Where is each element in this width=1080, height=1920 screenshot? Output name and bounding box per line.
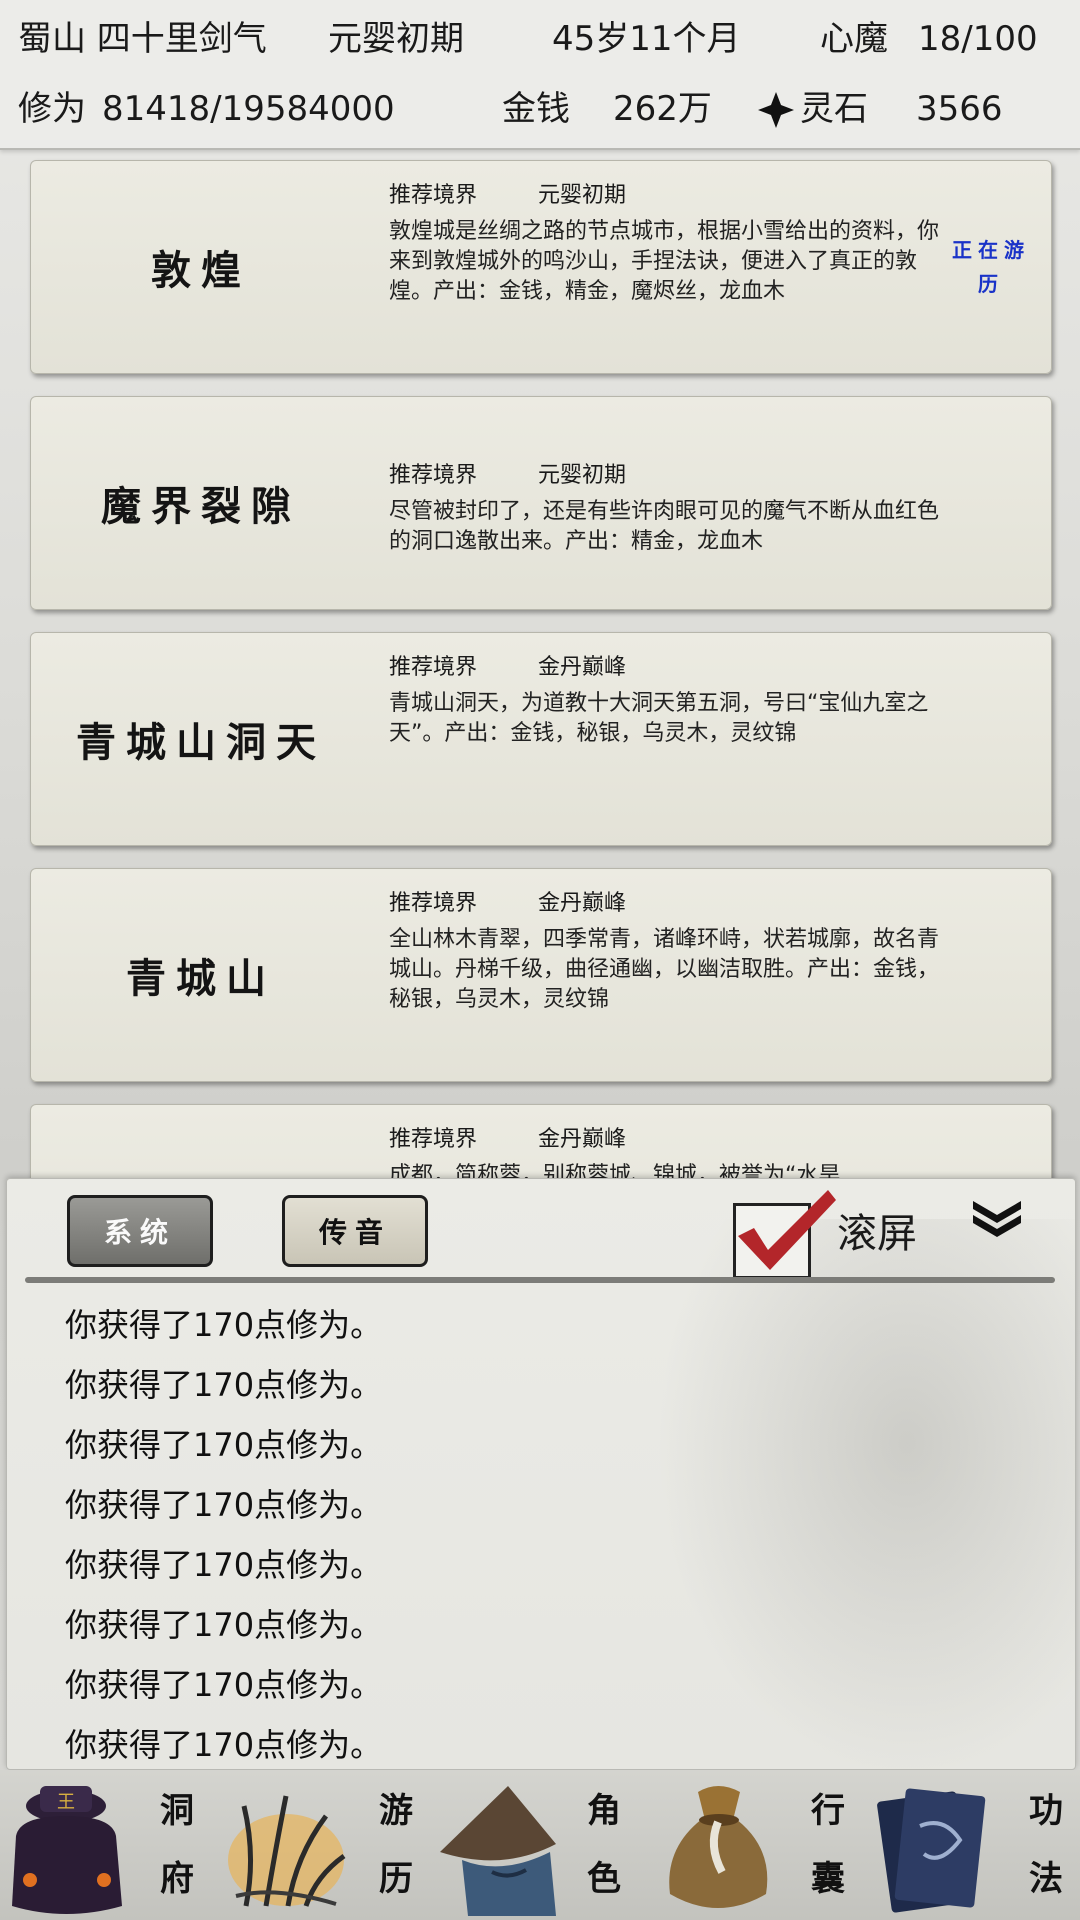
recommended-realm-value: 金丹巅峰 <box>538 655 627 680</box>
log-line: 你获得了170点修为。 <box>65 1606 383 1644</box>
log-line: 你获得了170点修为。 <box>65 1366 383 1404</box>
demon-label: 心魔 <box>820 19 888 59</box>
nav-label: 法 <box>1029 1859 1063 1899</box>
spirit-stone-label: 灵石 <box>800 89 868 129</box>
location-card-qingcheng-mountain[interactable]: 青城山 推荐境界 金丹巅峰 全山林木青翠，四季常青，诸峰环峙，状若城廓，故名青城… <box>30 868 1052 1082</box>
recommended-realm-label: 推荐境界 <box>389 1127 478 1152</box>
traveling-status-badge: 正在游历 <box>952 238 1030 296</box>
log-line: 你获得了170点修为。 <box>65 1546 383 1584</box>
log-line: 你获得了170点修为。 <box>65 1486 383 1524</box>
location-description: 敦煌城是丝绸之路的节点城市，根据小雪给出的资料，你来到敦煌城外的鸣沙山，手捏法诀… <box>389 219 940 304</box>
age-text: 45岁11个月 <box>552 19 741 59</box>
cultivation-value: 81418/19584000 <box>102 89 395 129</box>
location-title <box>31 1105 371 1180</box>
panel-divider <box>25 1277 1055 1283</box>
nav-cave-dwelling[interactable]: 王 洞 府 <box>0 1770 216 1920</box>
location-card-chengdu[interactable]: 推荐境界 金丹巅峰 成都，简称蓉，别称蓉城、锦城，被誉为“水旱 <box>30 1104 1052 1180</box>
chevron-double-down-icon[interactable] <box>969 1197 1025 1241</box>
location-description: 全山林木青翠，四季常青，诸峰环峙，状若城廓，故名青城山。丹梯千级，曲径通幽，以幽… <box>389 927 940 1012</box>
bag-icon <box>669 1786 768 1908</box>
nav-label: 行 <box>811 1791 845 1831</box>
tab-voice-message[interactable]: 传音 <box>282 1195 428 1267</box>
recommended-realm-value: 金丹巅峰 <box>538 1127 627 1152</box>
log-line: 你获得了170点修为。 <box>65 1726 383 1764</box>
recommended-realm-value: 元婴初期 <box>538 463 627 488</box>
log-line: 你获得了170点修为。 <box>65 1306 383 1344</box>
location-title: 敦煌 <box>151 247 251 294</box>
nav-label: 角 <box>587 1791 621 1831</box>
straw-hat-icon <box>440 1786 556 1916</box>
spirit-stone-value: 3566 <box>916 89 1003 129</box>
nav-label: 洞 <box>160 1791 194 1831</box>
realm-text: 元婴初期 <box>328 19 464 59</box>
location-name: 蜀山 四十里剑气 <box>18 19 267 59</box>
location-list[interactable]: 敦煌 推荐境界 元婴初期 敦煌城是丝绸之路的节点城市，根据小雪给出的资料，你来到… <box>0 150 1080 1180</box>
location-title: 青城山洞天 <box>76 719 326 766</box>
checkmark-icon <box>738 1190 836 1270</box>
location-title: 魔界裂隙 <box>101 483 301 530</box>
location-description: 尽管被封印了，还是有些许肉眼可见的魔气不断从血红色的洞口逸散出来。产出：精金，龙… <box>389 499 940 554</box>
location-card-qingcheng-cave[interactable]: 青城山洞天 推荐境界 金丹巅峰 青城山洞天，为道教十大洞天第五洞，号曰“宝仙九室… <box>30 632 1052 846</box>
recommended-realm-label: 推荐境界 <box>389 183 478 208</box>
auto-scroll-checkbox[interactable] <box>733 1190 836 1279</box>
location-card-demon-rift[interactable]: 魔界裂隙 推荐境界 元婴初期 尽管被封印了，还是有些许肉眼可见的魔气不断从血红色… <box>30 396 1052 610</box>
recommended-realm-label: 推荐境界 <box>389 891 478 916</box>
location-description: 青城山洞天，为道教十大洞天第五洞，号曰“宝仙九室之天”。产出：金钱，秘银，乌灵木… <box>389 691 929 746</box>
nav-character[interactable]: 角 色 <box>432 1770 648 1920</box>
recommended-realm-value: 元婴初期 <box>538 183 627 208</box>
location-title: 青城山 <box>126 955 276 1002</box>
location-card-dunhuang[interactable]: 敦煌 推荐境界 元婴初期 敦煌城是丝绸之路的节点城市，根据小雪给出的资料，你来到… <box>30 160 1052 374</box>
bottom-navigation: 王 洞 府 游 历 角 色 行 囊 功 法 <box>0 1770 1080 1920</box>
svg-text:王: 王 <box>57 1792 75 1813</box>
cultivation-label: 修为 <box>18 89 86 129</box>
message-log[interactable]: 你获得了170点修为。 你获得了170点修为。 你获得了170点修为。 你获得了… <box>65 1295 965 1769</box>
nav-label: 色 <box>587 1859 621 1899</box>
money-value: 262万 <box>613 89 712 129</box>
tab-system[interactable]: 系统 <box>67 1195 213 1267</box>
recommended-realm-label: 推荐境界 <box>389 463 478 488</box>
log-line: 你获得了170点修为。 <box>65 1666 383 1704</box>
nav-travel[interactable]: 游 历 <box>216 1770 432 1920</box>
spirit-stone-icon <box>758 92 794 128</box>
recommended-realm-value: 金丹巅峰 <box>538 891 627 916</box>
message-panel: 系统 传音 滚屏 你获得了170点修为。 你获得了170点修为。 你获得了170… <box>6 1178 1076 1770</box>
nav-label: 囊 <box>811 1859 845 1899</box>
nav-inventory[interactable]: 行 囊 <box>648 1770 864 1920</box>
recommended-realm-label: 推荐境界 <box>389 655 478 680</box>
nav-label: 历 <box>379 1859 413 1899</box>
demon-value: 18/100 <box>918 19 1038 59</box>
book-icon <box>877 1788 986 1913</box>
nav-label: 游 <box>379 1791 413 1831</box>
status-header: 蜀山 四十里剑气 元婴初期 45岁11个月 心魔 18/100 修为 81418… <box>0 0 1080 150</box>
auto-scroll-label: 滚屏 <box>837 1211 917 1257</box>
money-label: 金钱 <box>502 89 570 129</box>
nav-techniques[interactable]: 功 法 <box>864 1770 1080 1920</box>
nav-label: 功 <box>1029 1791 1063 1831</box>
nav-label: 府 <box>160 1859 194 1899</box>
pot-icon: 王 <box>12 1786 122 1914</box>
log-line: 你获得了170点修为。 <box>65 1426 383 1464</box>
grass-icon <box>228 1795 346 1907</box>
